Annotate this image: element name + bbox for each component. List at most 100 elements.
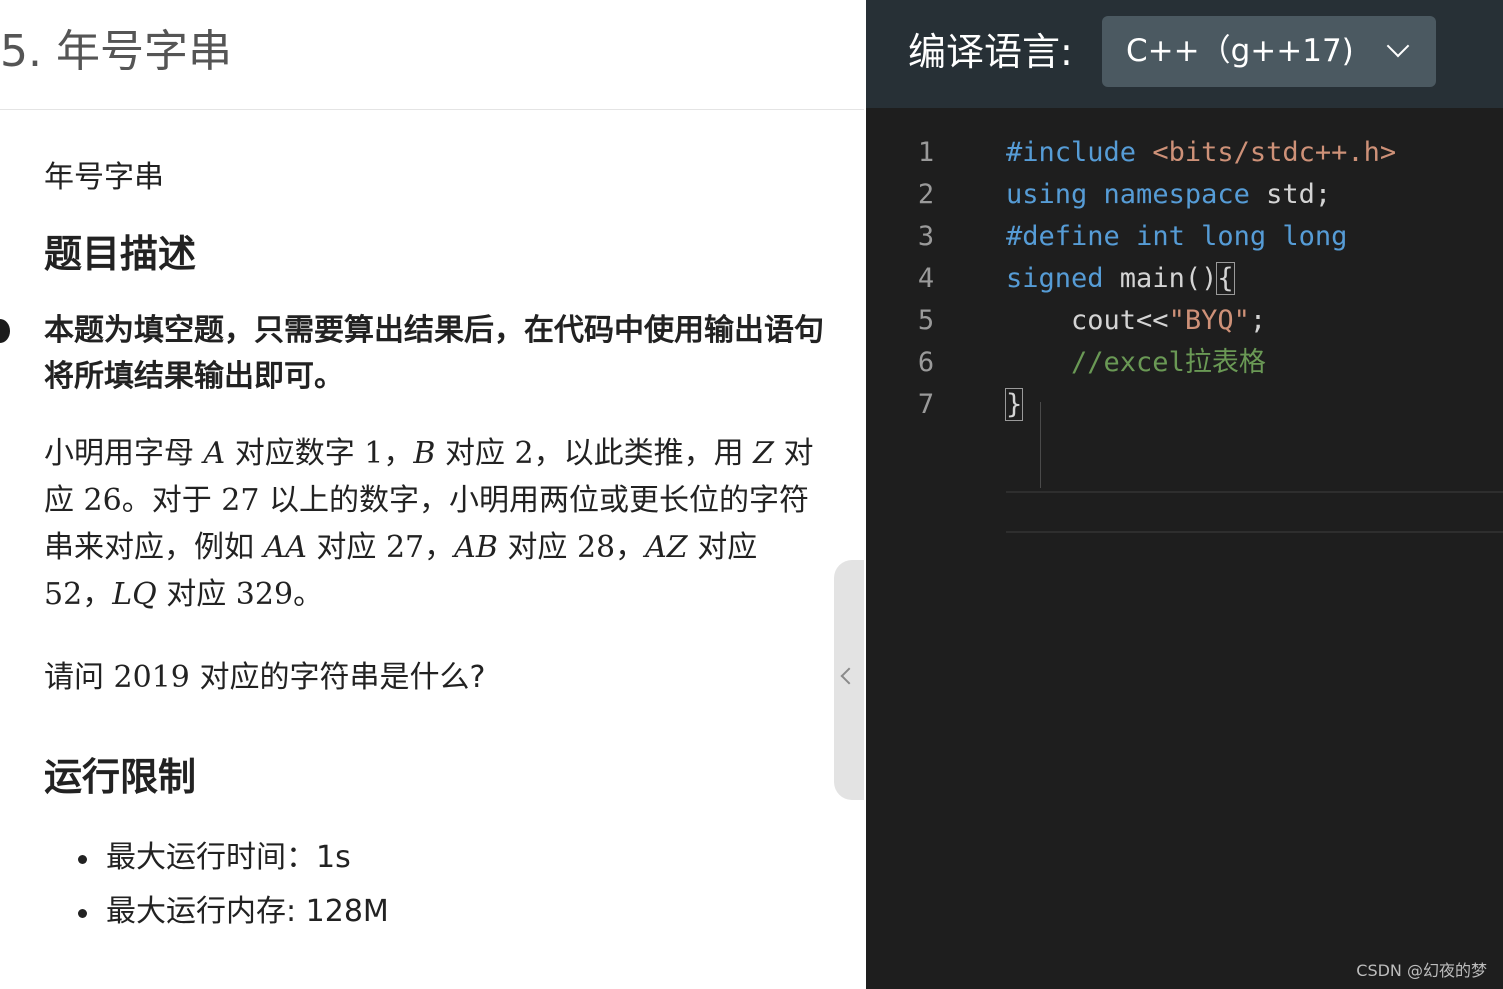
math-var: AZ [645,530,688,565]
limits-list: 最大运行时间：1s 最大运行内存: 128M [44,831,834,939]
math-num: 1 [364,436,384,471]
code-line-5: 5 cout<<"BYQ"; [866,300,1503,342]
problem-subtitle: 年号字串 [44,160,164,195]
chevron-down-icon [1386,34,1410,58]
code-plain: cout<< [1071,305,1169,336]
collapse-panel-button[interactable] [834,560,864,800]
problem-body: 年号字串 题目描述 本题为填空题，只需要算出结果后，在代码中使用输出语句将所填结… [44,110,834,939]
bullet-icon [78,855,87,864]
description-heading: 题目描述 [44,232,197,276]
editor-header: 编译语言: C++（g++17) [866,0,1503,108]
code-line-4: 4 signed main(){ [866,258,1503,300]
math-num: 2 [514,436,534,471]
code-plain: main() [1103,263,1218,294]
code-keyword: long [1201,221,1267,252]
code-line-1: 1 #include <bits/stdc++.h> [866,132,1503,174]
question-text: 对应的字符串是什么? [189,660,486,695]
edge-dot-icon [0,319,10,343]
para-text: ， [82,577,113,612]
code-keyword: int [1136,221,1185,252]
line-number: 1 [917,137,935,168]
code-text: //excel拉表格 [1006,342,1266,384]
code-text: #define int long long [1006,216,1347,258]
para-text: ， [383,436,414,471]
code-text: #include <bits/stdc++.h> [1006,132,1396,174]
chevron-left-icon [840,667,858,685]
editor-panel: 编译语言: C++（g++17) 1 #include <bits/stdc++… [866,0,1503,989]
matched-brace: } [1004,388,1024,421]
description-paragraph: 小明用字母 A 对应数字 1，B 对应 2，以此类推，用 Z 对应 26。对于 … [44,430,834,618]
code-keyword: using [1006,179,1088,210]
math-var: AB [454,530,498,565]
para-text: 对应 [156,577,236,612]
code-comment: //excel拉表格 [1071,347,1266,378]
math-var: Z [753,436,775,471]
code-plain: ; [1249,305,1267,336]
code-directive: #define [1006,221,1120,252]
para-text: 。对于 [121,483,222,518]
para-text: 对应 [435,436,515,471]
current-line-highlight [1006,491,1503,533]
code-text: cout<<"BYQ"; [1006,300,1266,342]
para-text: 对应 [306,530,386,565]
code-line-6: 6 //excel拉表格 [866,342,1503,384]
code-keyword: namespace [1103,179,1250,210]
math-var: AA [263,530,307,565]
para-text: 对应数字 [225,436,365,471]
limit-time-text: 最大运行时间：1s [106,840,351,875]
math-num: 52 [44,577,83,612]
code-directive: #include [1006,137,1137,168]
math-num: 2019 [113,660,190,695]
math-var: A [203,436,226,471]
limits-heading: 运行限制 [44,755,197,799]
code-text: signed main(){ [1006,258,1235,300]
language-select[interactable]: C++（g++17) [1102,16,1436,87]
language-value: C++（g++17) [1126,33,1354,69]
line-number: 5 [917,305,935,336]
math-num: 26 [83,483,122,518]
math-var: LQ [112,577,157,612]
question-text: 请问 [44,660,114,695]
math-num: 329 [235,577,294,612]
watermark: CSDN @幻夜的梦 [1356,961,1487,980]
code-string: "BYQ" [1168,305,1250,336]
math-num: 27 [385,530,425,565]
code-header: <bits/stdc++.h> [1152,137,1397,168]
math-var: B [413,436,436,471]
limit-memory: 最大运行内存: 128M [78,885,834,939]
limit-memory-text: 最大运行内存: 128M [106,894,389,929]
code-editor[interactable]: 1 #include <bits/stdc++.h> 2 using names… [866,108,1503,989]
para-text: 对应 [687,530,758,565]
fill-in-note: 本题为填空题，只需要算出结果后，在代码中使用输出语句将所填结果输出即可。 [44,313,824,394]
para-text: ， [615,530,646,565]
math-num: 28 [576,530,616,565]
line-number: 3 [917,221,935,252]
problem-title: 5. 年号字串 [0,26,232,77]
problem-panel: 5. 年号字串 年号字串 题目描述 本题为填空题，只需要算出结果后，在代码中使用… [0,0,864,989]
code-keyword: signed [1006,263,1104,294]
para-text: ，以此类推，用 [533,436,754,471]
code-keyword: long [1282,221,1348,252]
code-text: using namespace std; [1006,174,1331,216]
line-number: 7 [917,389,935,420]
math-num: 27 [221,483,260,518]
code-line-2: 2 using namespace std; [866,174,1503,216]
line-number: 4 [917,263,935,294]
bullet-icon [78,909,87,918]
line-number: 6 [917,347,935,378]
para-text: ， [424,530,455,565]
code-line-3: 3 #define int long long [866,216,1503,258]
para-text: 小明用字母 [44,436,204,471]
code-text: } [1004,384,1024,426]
question-paragraph: 请问 2019 对应的字符串是什么? [44,654,834,701]
matched-brace: { [1216,262,1235,295]
line-number: 2 [917,179,935,210]
problem-header: 5. 年号字串 [0,0,864,110]
